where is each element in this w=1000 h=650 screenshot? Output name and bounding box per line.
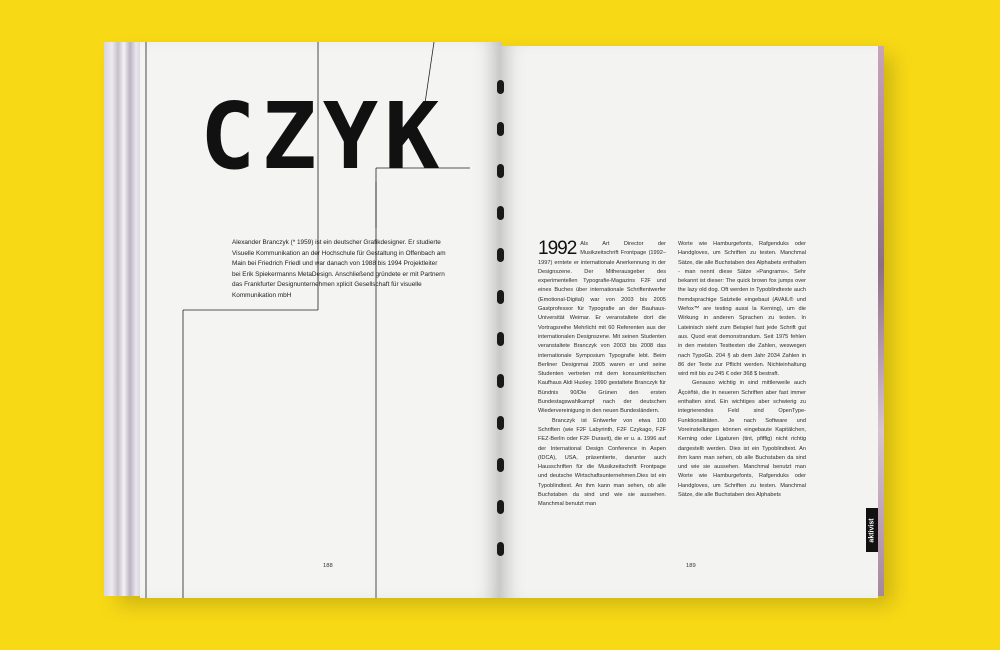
section-tab: aktivist bbox=[866, 508, 878, 552]
column-1-paragraph-2: Branczyk ist Entwerfer von etwa 100 Schr… bbox=[538, 417, 666, 508]
column-2-paragraph-1: Worte wie Hamburgefonts, Rafgenduks oder… bbox=[678, 241, 806, 378]
column-1-paragraph-1: Als Art Director der Musikzeitschrift Fr… bbox=[538, 241, 666, 415]
section-tab-label: aktivist bbox=[868, 517, 876, 543]
intro-paragraph: Alexander Branczyk (* 1959) ist ein deut… bbox=[232, 239, 446, 299]
text-column-2: Worte wie Hamburgefonts, Rafgenduks oder… bbox=[678, 240, 806, 500]
text-column-1: 1992 Als Art Director der Musikzeitschrif… bbox=[538, 238, 666, 510]
page-number-right: 189 bbox=[686, 563, 696, 569]
czyk-logo: CZYK bbox=[200, 83, 446, 190]
page-number-left: 188 bbox=[323, 563, 333, 569]
year-heading: 1992 bbox=[538, 238, 577, 259]
column-2-paragraph-2: Genauso wichtig in sind mittlerweile auc… bbox=[678, 380, 806, 499]
decorative-lines bbox=[145, 41, 470, 598]
